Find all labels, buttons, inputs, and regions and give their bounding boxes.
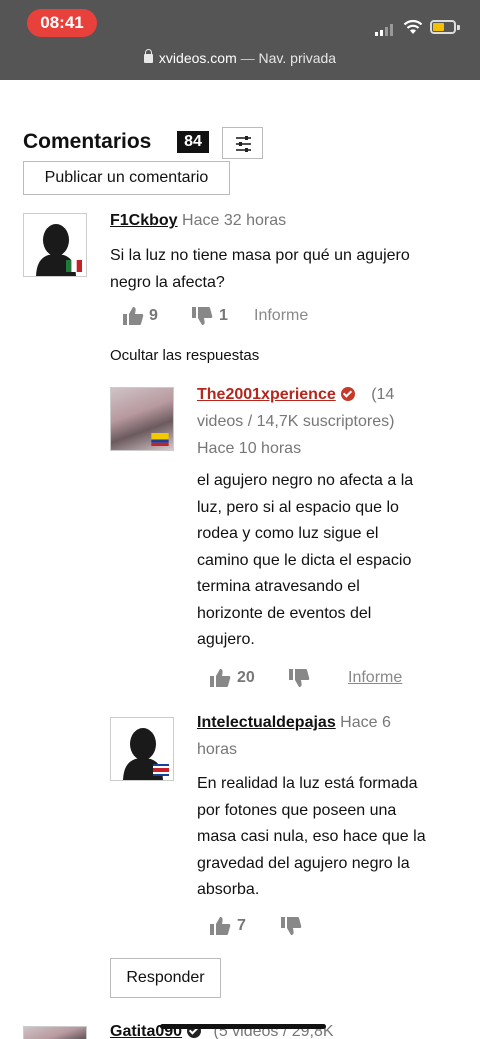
reply-text-line: termina atravesando el <box>197 578 360 595</box>
reply-channel-stats: (14 <box>371 386 395 403</box>
likes-count: 20 <box>237 669 255 686</box>
dislikes-count: 1 <box>219 307 228 324</box>
verified-badge-icon <box>340 387 355 401</box>
thumbs-up-icon[interactable] <box>209 668 231 688</box>
filter-sliders-icon <box>236 136 251 152</box>
filter-button[interactable] <box>222 127 263 159</box>
signal-icon <box>375 24 395 36</box>
reply-text-line: rodea y como luz sigue el <box>197 525 379 542</box>
avatar[interactable] <box>23 213 87 277</box>
comment-text: Si la luz no tiene masa por qué un aguje… <box>110 243 410 296</box>
reply-text-line: luz, pero si al espacio que lo <box>197 498 399 516</box>
likes-count: 7 <box>237 917 246 934</box>
avatar[interactable] <box>110 717 174 781</box>
comment-time: Hace 32 horas <box>182 212 287 229</box>
reply-header: Intelectualdepajas Hace 6 <box>197 714 391 732</box>
reply-text-line: horizonte de eventos del <box>197 604 372 622</box>
reply-button[interactable]: Responder <box>110 958 221 998</box>
home-indicator <box>160 1024 326 1029</box>
comment-text-line: Si la luz no tiene masa por qué un aguje… <box>110 247 410 264</box>
hide-replies-toggle[interactable]: Ocultar las respuestas <box>110 347 259 364</box>
url-domain: xvideos.com <box>158 50 237 66</box>
report-link[interactable]: Informe <box>348 669 402 687</box>
battery-icon <box>430 20 456 34</box>
report-link[interactable]: Informe <box>254 307 308 325</box>
avatar[interactable] <box>23 1026 87 1039</box>
reply-time: Hace 6 <box>340 714 391 731</box>
reply-text-line: camino que le dicta el espacio <box>197 551 412 569</box>
reply-username[interactable]: Intelectualdepajas <box>197 714 336 731</box>
reply-text: En realidad la luz está formada por foto… <box>197 771 426 904</box>
likes-count: 9 <box>149 307 158 324</box>
thumbs-down-icon[interactable] <box>280 916 302 936</box>
comment-username[interactable]: F1Ckboy <box>110 212 178 229</box>
thumbs-up-icon[interactable] <box>209 916 231 936</box>
wifi-icon <box>403 19 423 34</box>
publish-comment-button[interactable]: Publicar un comentario <box>23 161 230 195</box>
reply-username[interactable]: The2001xperience <box>197 386 336 403</box>
browser-top-bar: 08:41 xvideos.com — Nav. privada <box>0 0 480 80</box>
address-bar[interactable]: xvideos.com — Nav. privada <box>0 49 480 66</box>
comments-count-badge: 84 <box>177 131 209 153</box>
reply-time: horas <box>197 741 238 758</box>
flag-mexico-icon <box>66 260 82 272</box>
status-time: 08:41 <box>27 9 97 37</box>
thumbs-down-icon[interactable] <box>191 306 213 326</box>
thumbs-up-icon[interactable] <box>122 306 144 326</box>
avatar[interactable] <box>110 387 174 451</box>
reply-text-line: por fotones que poseen una <box>197 801 397 819</box>
reply-text-line: el agujero negro no afecta a la <box>197 472 414 489</box>
reply-text-line: absorba. <box>197 881 260 898</box>
flag-costa-rica-icon <box>153 764 169 776</box>
url-separator: — <box>236 50 259 66</box>
reply-header: The2001xperience (14 <box>197 386 394 404</box>
comments-title: Comentarios <box>23 130 152 153</box>
private-mode-label: Nav. privada <box>258 50 337 66</box>
comment-header: F1Ckboy Hace 32 horas <box>110 212 286 230</box>
flag-colombia-icon <box>151 433 169 446</box>
reply-channel-stats: videos / 14,7K suscriptores) <box>197 413 395 430</box>
reply-text-line: En realidad la luz está formada <box>197 775 418 792</box>
reply-time: Hace 10 horas <box>197 440 302 457</box>
reply-text-line: gravedad del agujero negro la <box>197 854 410 872</box>
comment-text-line: negro la afecta? <box>110 273 225 291</box>
lock-icon <box>143 49 153 63</box>
reply-text-line: agujero. <box>197 631 255 648</box>
reply-text-line: masa casi nula, eso hace que la <box>197 828 426 845</box>
reply-text: el agujero negro no afecta a la luz, per… <box>197 468 413 654</box>
thumbs-down-icon[interactable] <box>288 668 310 688</box>
